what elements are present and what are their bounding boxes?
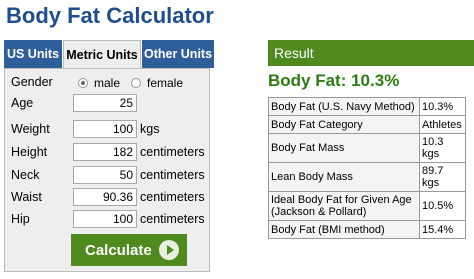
result-value: 10.3 kgs — [419, 133, 466, 163]
hip-unit: centimeters — [140, 212, 205, 226]
hip-input[interactable] — [73, 210, 137, 228]
result-value: 10.3% — [419, 97, 466, 116]
calculate-label: Calculate — [85, 241, 152, 259]
gender-label: Gender — [11, 75, 53, 89]
result-value: 89.7 kgs — [419, 162, 466, 192]
neck-input[interactable] — [73, 166, 137, 184]
calculate-button[interactable]: Calculate — [71, 234, 187, 266]
gender-male-radio[interactable] — [78, 78, 88, 88]
play-circle-icon — [159, 240, 179, 260]
table-row: Body Fat Mass 10.3 kgs — [268, 133, 466, 163]
hip-label: Hip — [11, 212, 30, 226]
body-fat-headline: Body Fat: 10.3% — [268, 71, 400, 90]
waist-unit: centimeters — [140, 190, 205, 204]
table-row: Lean Body Mass 89.7 kgs — [268, 162, 466, 192]
result-label: Lean Body Mass — [268, 162, 420, 192]
page-title: Body Fat Calculator — [6, 3, 214, 28]
table-row: Body Fat (U.S. Navy Method) 10.3% — [268, 97, 466, 116]
result-value: 15.4% — [419, 220, 466, 239]
age-input[interactable] — [73, 94, 137, 112]
weight-label: Weight — [11, 122, 50, 136]
tab-metric-units[interactable]: Metric Units — [63, 40, 141, 69]
neck-label: Neck — [11, 168, 40, 182]
result-value: 10.5% — [419, 191, 466, 221]
result-header: Result — [268, 40, 474, 66]
result-label: Body Fat Mass — [268, 133, 420, 163]
table-row: Ideal Body Fat for Given Age (Jackson & … — [268, 191, 466, 221]
weight-input[interactable] — [73, 120, 137, 138]
neck-unit: centimeters — [140, 168, 205, 182]
age-label: Age — [11, 96, 34, 110]
weight-unit: kgs — [140, 122, 160, 136]
height-unit: centimeters — [140, 145, 205, 159]
gender-female-label[interactable]: female — [147, 76, 183, 90]
waist-input[interactable] — [73, 188, 137, 206]
result-label: Body Fat (BMI method) — [268, 220, 420, 239]
tab-other-units[interactable]: Other Units — [142, 40, 214, 68]
result-label: Body Fat Category — [268, 115, 420, 134]
result-table: Body Fat (U.S. Navy Method) 10.3% Body F… — [268, 97, 466, 239]
height-label: Height — [11, 145, 48, 159]
result-label: Body Fat (U.S. Navy Method) — [268, 97, 420, 116]
gender-male-label[interactable]: male — [94, 76, 120, 90]
tab-us-units[interactable]: US Units — [4, 40, 62, 68]
table-row: Body Fat (BMI method) 15.4% — [268, 220, 466, 239]
gender-female-radio[interactable] — [131, 78, 141, 88]
result-label: Ideal Body Fat for Given Age (Jackson & … — [268, 191, 420, 221]
result-value: Athletes — [419, 115, 466, 134]
height-input[interactable] — [73, 143, 137, 161]
waist-label: Waist — [11, 190, 42, 204]
table-row: Body Fat Category Athletes — [268, 115, 466, 134]
